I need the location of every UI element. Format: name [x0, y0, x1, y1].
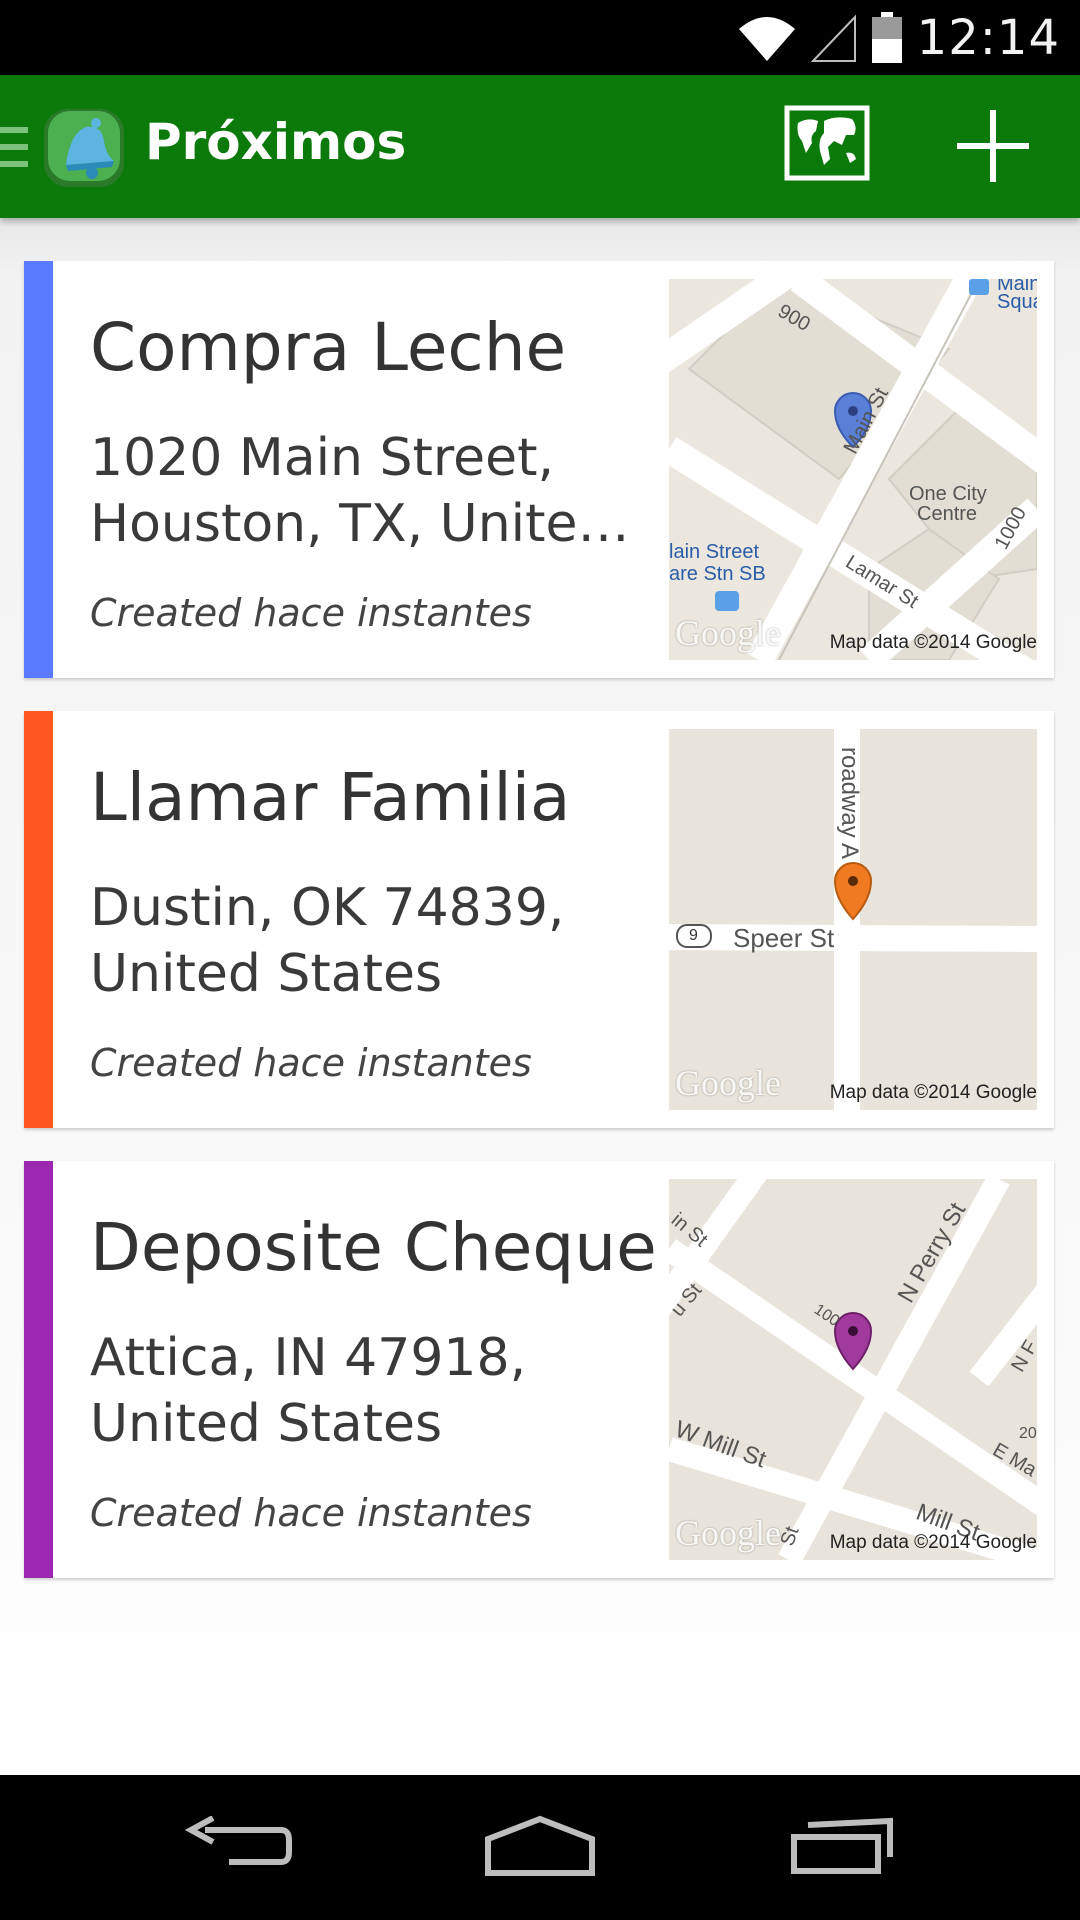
reminder-color-stripe — [24, 1161, 53, 1578]
map-streets — [669, 1179, 1037, 1560]
navigation-bar — [0, 1775, 1080, 1920]
home-button[interactable] — [480, 1803, 600, 1893]
reminder-address: 1020 Main Street, Houston, TX, United St… — [90, 428, 650, 554]
back-button[interactable] — [180, 1803, 300, 1893]
reminder-address: Attica, IN 47918, United States — [90, 1328, 527, 1454]
reminder-map-thumbnail[interactable]: 900 Main St One City Centre 1000 Lamar S… — [669, 279, 1037, 660]
reminder-created: Created hace instantes — [90, 1491, 532, 1535]
reminder-title: Compra Leche — [90, 309, 567, 386]
map-google-logo: Google — [675, 613, 781, 653]
map-attribution: Map data ©2014 Google — [829, 632, 1037, 653]
reminder-created: Created hace instantes — [90, 1041, 532, 1085]
world-map-icon — [784, 105, 870, 185]
reminder-map-thumbnail[interactable]: roadway A 9 Speer St Google Map data ©20… — [669, 729, 1037, 1110]
reminder-color-stripe — [24, 711, 53, 1128]
reminder-color-stripe — [24, 261, 53, 678]
bell-logo-icon[interactable] — [40, 103, 128, 191]
map-streets — [669, 279, 1037, 660]
home-icon — [484, 1815, 596, 1881]
reminder-title: Llamar Familia — [90, 759, 571, 836]
reminder-title: Deposite Cheque — [90, 1209, 657, 1286]
reminder-address: Dustin, OK 74839, United States — [90, 878, 565, 1004]
reminder-card[interactable]: Deposite Cheque Attica, IN 47918, United… — [24, 1161, 1054, 1578]
battery-icon — [871, 11, 903, 64]
recents-button[interactable] — [782, 1803, 902, 1893]
status-icons: 12:14 — [737, 6, 1060, 69]
page-title: Próximos — [145, 113, 407, 171]
reminder-card[interactable]: Compra Leche 1020 Main Street, Houston, … — [24, 261, 1054, 678]
action-bar: Próximos — [0, 75, 1080, 218]
signal-icon — [810, 13, 857, 63]
map-view-button[interactable] — [782, 105, 872, 185]
drawer-icon[interactable] — [0, 125, 28, 169]
plus-icon — [955, 108, 1031, 188]
reminder-card[interactable]: Llamar Familia Dustin, OK 74839, United … — [24, 711, 1054, 1128]
recents-icon — [790, 1817, 894, 1879]
map-google-logo: Google — [675, 1063, 781, 1103]
back-icon — [184, 1815, 295, 1880]
map-attribution: Map data ©2014 Google — [829, 1532, 1037, 1553]
wifi-icon — [737, 13, 797, 63]
map-attribution: Map data ©2014 Google — [829, 1082, 1037, 1103]
reminder-list: Compra Leche 1020 Main Street, Houston, … — [0, 218, 1080, 1775]
map-google-logo: Google — [675, 1513, 781, 1553]
status-bar: 12:14 — [0, 0, 1080, 75]
status-time: 12:14 — [916, 9, 1060, 66]
add-reminder-button[interactable] — [955, 110, 1031, 186]
reminder-created: Created hace instantes — [90, 591, 532, 635]
reminder-map-thumbnail[interactable]: in St u St N Perry St 100 N F 20 E Ma W … — [669, 1179, 1037, 1560]
